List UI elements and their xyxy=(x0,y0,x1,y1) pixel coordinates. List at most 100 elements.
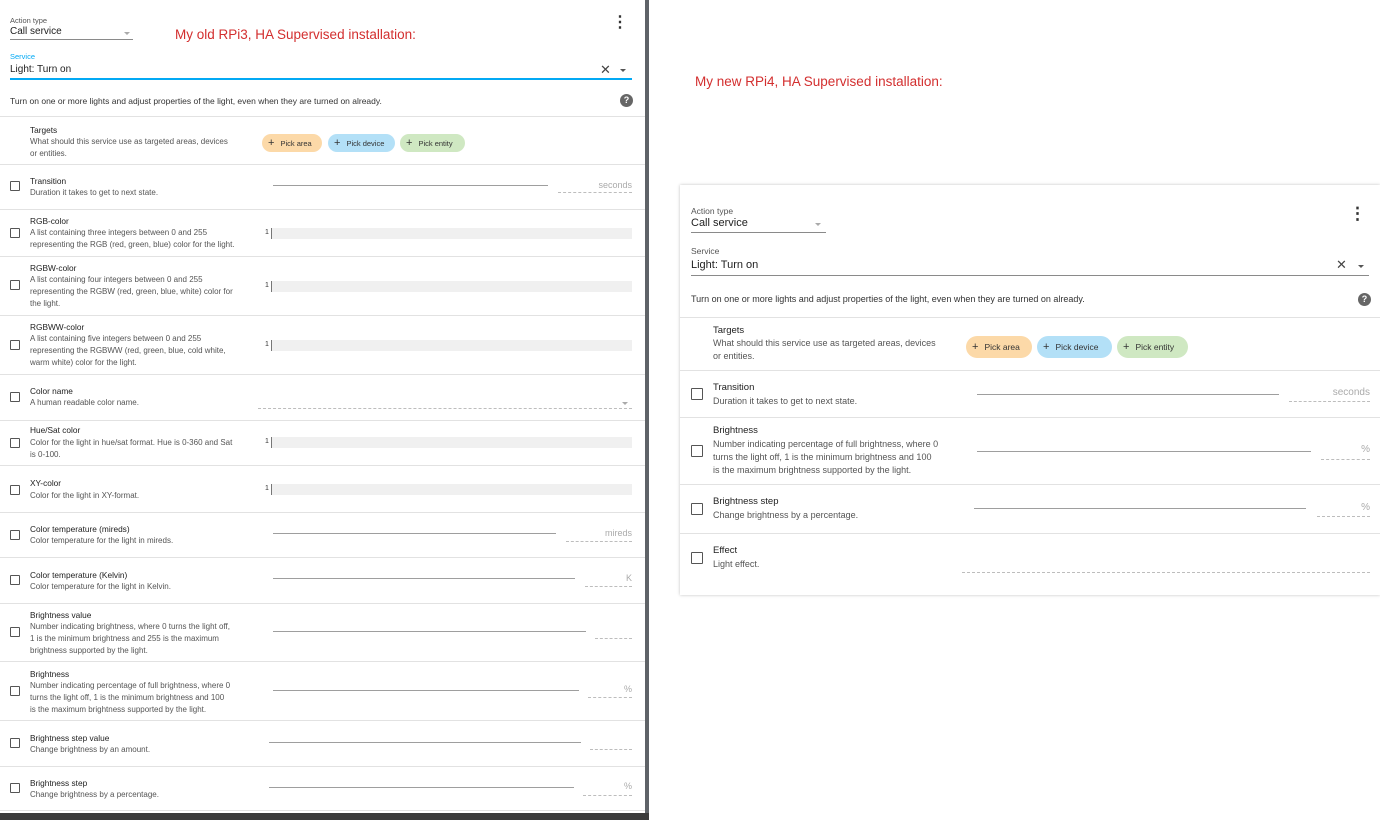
pick-entity-chip[interactable]: + Pick entity xyxy=(400,134,465,152)
field-desc-line: representing the RGB (red, green, blue) … xyxy=(30,240,235,249)
transition-slider[interactable] xyxy=(977,394,1279,395)
hue-sat-color-input[interactable] xyxy=(271,437,632,448)
effect-checkbox[interactable] xyxy=(691,552,703,564)
color-name-checkbox[interactable] xyxy=(10,392,20,402)
field-desc-line: Duration it takes to get to next state. xyxy=(713,396,858,406)
brightness-step-value-checkbox[interactable] xyxy=(10,738,20,748)
transition-checkbox[interactable] xyxy=(10,181,20,191)
close-icon[interactable]: ✕ xyxy=(1336,258,1347,271)
row-divider xyxy=(0,256,645,257)
brightness-step-slider[interactable] xyxy=(974,508,1306,509)
color-temp-mireds-checkbox[interactable] xyxy=(10,530,20,540)
field-title: Brightness xyxy=(30,669,70,679)
plus-icon: + xyxy=(406,136,413,149)
action-type-label: Action type xyxy=(691,206,734,216)
brightness-value-checkbox[interactable] xyxy=(10,627,20,637)
xy-color-input[interactable] xyxy=(271,484,632,495)
field-value: 1 xyxy=(265,485,269,492)
pick-device-label: Pick device xyxy=(346,138,385,148)
unit-label: seconds xyxy=(1332,387,1370,398)
new-installation-card: Action type Call service ⋮ Service Light… xyxy=(680,185,1380,595)
field-desc-line: Number indicating brightness, where 0 tu… xyxy=(30,622,230,631)
field-title: Effect xyxy=(713,545,738,556)
chevron-down-icon[interactable] xyxy=(124,32,130,35)
field-desc-line: representing the RGBW (red, green, blue,… xyxy=(30,287,233,296)
brightness-input[interactable] xyxy=(588,697,632,698)
action-type-label: Action type xyxy=(10,16,48,25)
color-temp-mireds-slider[interactable] xyxy=(273,533,556,534)
service-input[interactable]: Light: Turn on xyxy=(10,64,71,75)
unit-label: K xyxy=(625,573,632,583)
rgb-color-checkbox[interactable] xyxy=(10,228,20,238)
rgbww-color-checkbox[interactable] xyxy=(10,340,20,350)
plus-icon: + xyxy=(334,136,341,149)
pick-entity-chip[interactable]: + Pick entity xyxy=(1117,336,1188,358)
close-icon[interactable]: ✕ xyxy=(600,63,611,76)
rgbw-color-input[interactable] xyxy=(271,281,632,292)
brightness-input[interactable] xyxy=(1321,459,1370,460)
chevron-down-icon[interactable] xyxy=(620,69,626,72)
more-vert-icon[interactable]: ⋮ xyxy=(612,15,628,31)
brightness-slider[interactable] xyxy=(273,690,579,691)
more-vert-icon[interactable]: ⋮ xyxy=(1349,205,1366,222)
chevron-down-icon[interactable] xyxy=(622,402,628,405)
transition-checkbox[interactable] xyxy=(691,388,703,400)
effect-select[interactable] xyxy=(962,572,1370,573)
unit-label: % xyxy=(1361,444,1370,455)
color-name-select[interactable] xyxy=(258,408,632,409)
field-desc-line: Duration it takes to get to next state. xyxy=(30,188,159,197)
color-temp-mireds-input[interactable] xyxy=(566,541,632,542)
field-desc-line: Color for the light in hue/sat format. H… xyxy=(30,438,233,447)
field-desc-line: Change brightness by a percentage. xyxy=(713,510,859,520)
rgb-color-input[interactable] xyxy=(271,228,632,239)
field-title: Transition xyxy=(713,382,755,393)
rgbw-color-checkbox[interactable] xyxy=(10,280,20,290)
brightness-step-input[interactable] xyxy=(583,795,632,796)
service-label: Service xyxy=(691,246,720,256)
pick-device-chip[interactable]: + Pick device xyxy=(1037,336,1112,358)
brightness-step-input[interactable] xyxy=(1317,516,1370,517)
pick-device-label: Pick device xyxy=(1055,342,1099,352)
row-divider xyxy=(680,417,1380,418)
color-temp-kelvin-slider[interactable] xyxy=(273,578,575,579)
brightness-checkbox[interactable] xyxy=(691,445,703,457)
help-circle-icon[interactable]: ? xyxy=(620,94,633,107)
chevron-down-icon[interactable] xyxy=(1358,265,1364,268)
transition-slider[interactable] xyxy=(273,185,548,186)
color-temp-kelvin-checkbox[interactable] xyxy=(10,575,20,585)
brightness-value-input[interactable] xyxy=(595,638,632,639)
brightness-checkbox[interactable] xyxy=(10,686,20,696)
field-value: 1 xyxy=(265,341,269,348)
service-input[interactable]: Light: Turn on xyxy=(691,259,758,271)
brightness-step-checkbox[interactable] xyxy=(691,503,703,515)
brightness-slider[interactable] xyxy=(977,451,1311,452)
brightness-step-value-input[interactable] xyxy=(590,749,632,750)
hue-sat-color-checkbox[interactable] xyxy=(10,438,20,448)
plus-icon: + xyxy=(268,136,275,149)
brightness-step-checkbox[interactable] xyxy=(10,783,20,793)
chevron-down-icon[interactable] xyxy=(815,223,821,226)
field-desc-line: is the maximum brightness supported by t… xyxy=(30,705,207,714)
targets-desc-line: What should this service use as targeted… xyxy=(30,137,228,146)
color-temp-kelvin-input[interactable] xyxy=(585,586,632,587)
row-divider xyxy=(680,533,1380,534)
rgbww-color-input[interactable] xyxy=(271,340,632,351)
pick-area-chip[interactable]: + Pick area xyxy=(262,134,322,152)
xy-color-checkbox[interactable] xyxy=(10,485,20,495)
service-description: Turn on one or more lights and adjust pr… xyxy=(691,294,1085,304)
action-type-value[interactable]: Call service xyxy=(691,217,748,229)
brightness-step-value-slider[interactable] xyxy=(269,742,581,743)
action-type-value[interactable]: Call service xyxy=(10,26,62,37)
field-title: RGBWW-color xyxy=(30,322,85,332)
targets-title: Targets xyxy=(30,125,58,135)
brightness-value-slider[interactable] xyxy=(273,631,586,632)
brightness-step-slider[interactable] xyxy=(269,787,574,788)
pick-area-chip[interactable]: + Pick area xyxy=(966,336,1032,358)
help-circle-icon[interactable]: ? xyxy=(1358,293,1371,306)
transition-input[interactable] xyxy=(1289,401,1370,402)
new-installation-caption: My new RPi4, HA Supervised installation: xyxy=(695,74,943,89)
pick-device-chip[interactable]: + Pick device xyxy=(328,134,395,152)
transition-input[interactable] xyxy=(558,192,632,193)
field-desc-line: is the maximum brightness supported by t… xyxy=(713,465,912,475)
plus-icon: + xyxy=(1043,340,1050,353)
